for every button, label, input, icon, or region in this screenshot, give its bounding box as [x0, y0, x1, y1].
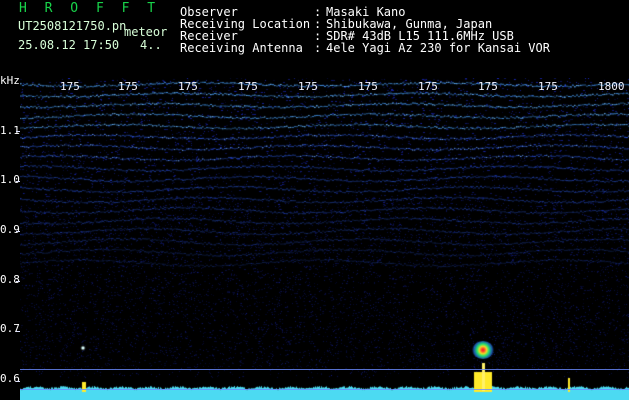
time-axis-label: 175	[538, 80, 558, 93]
datetime-text: 25.08.12 17:50	[18, 38, 120, 52]
ytick-mark	[16, 331, 20, 332]
time-axis-label: 175	[118, 80, 138, 93]
filename-text: UT2508121750.pn	[18, 19, 127, 33]
time-axis-label: 175	[358, 80, 378, 93]
receiving-antenna-value: 4ele Yagi Az 230 for Kansai VOR	[326, 41, 550, 55]
ytick-label: 0.7	[0, 322, 20, 335]
meteor-label: meteor	[124, 25, 168, 39]
ytick-mark	[16, 181, 20, 182]
ytick-label: 0.8	[0, 273, 20, 286]
time-axis-label: 175	[178, 80, 198, 93]
app-title: H R O F F T	[19, 1, 161, 16]
time-axis-label: 175	[238, 80, 258, 93]
spectrogram-canvas	[20, 78, 629, 400]
ytick-mark	[16, 131, 20, 132]
ytick-mark	[16, 381, 20, 382]
ytick-label: 0.9	[0, 223, 20, 236]
hrofft-window: H R O F F T UT2508121750.pn meteor 25.08…	[0, 0, 629, 400]
ytick-mark	[16, 231, 20, 232]
time-axis-label: 175	[298, 80, 318, 93]
ytick-mark	[16, 281, 20, 282]
time-axis-label: 1800	[598, 80, 625, 93]
khz-axis-label: kHz	[0, 74, 20, 87]
receiving-antenna-colon: :	[314, 41, 322, 55]
time-axis-label: 175	[418, 80, 438, 93]
time-axis-label: 175	[478, 80, 498, 93]
meteor-count-text: 4..	[140, 38, 162, 52]
reference-line-upper	[20, 369, 629, 370]
reference-line-lower	[20, 389, 629, 390]
ytick-label: 0.6	[0, 372, 20, 385]
receiving-antenna-label: Receiving Antenna	[180, 41, 303, 55]
ytick-label: 1.0	[0, 173, 20, 186]
time-axis-label: 175	[60, 80, 80, 93]
